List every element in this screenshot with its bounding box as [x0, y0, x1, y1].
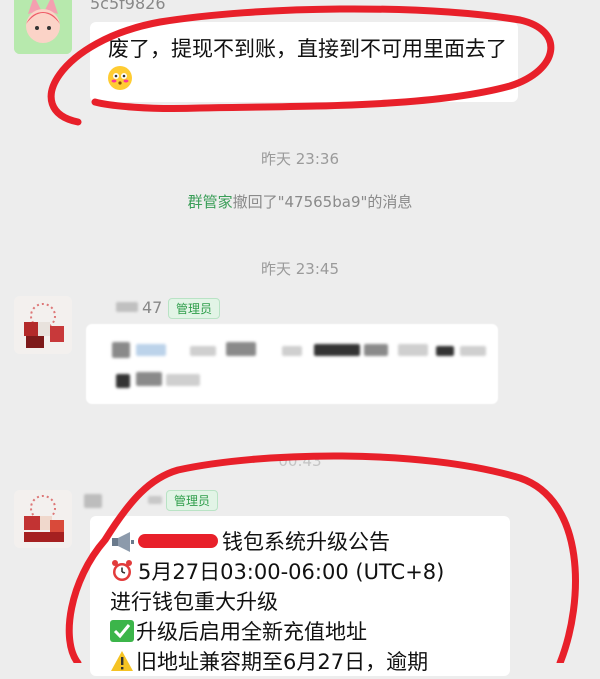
blurred-name — [148, 496, 162, 504]
message-text-content: 废了，提现不到账，直接到不可用里面去了 — [108, 37, 507, 61]
alarm-clock-icon — [110, 559, 138, 590]
avatar-blurred[interactable] — [14, 490, 72, 548]
megaphone-icon — [110, 531, 138, 560]
announcement-line-4: 升级后启用全新充值地址 — [110, 618, 367, 646]
announcement-line-5: 旧地址兼容期至6月27日，逾期 — [110, 648, 428, 679]
timestamp: 昨天 23:45 — [261, 260, 339, 278]
recall-actor-link[interactable]: 群管家 — [188, 193, 233, 211]
cat-avatar-icon — [14, 0, 72, 54]
message-bubble-3[interactable]: 钱包系统升级公告 5月27日03:00-06:00 (UTC+8) 进行钱包重大… — [90, 516, 510, 676]
blurred-content — [136, 344, 166, 356]
new-address-text: 升级后启用全新充值地址 — [136, 620, 367, 644]
warning-icon — [110, 650, 136, 679]
recall-text: 撤回了"47565ba9"的消息 — [232, 193, 413, 211]
compat-period-text: 旧地址兼容期至6月27日，逾期 — [136, 650, 429, 674]
admin-badge: 管理员 — [166, 490, 219, 511]
message-bubble-1[interactable]: 废了，提现不到账，直接到不可用里面去了 — [90, 22, 518, 102]
avatar-cat[interactable] — [14, 0, 72, 54]
blurred-content — [166, 374, 200, 386]
blurred-content — [116, 374, 130, 388]
blurred-content — [364, 344, 388, 356]
blurred-avatar-icon — [14, 490, 72, 548]
upgrade-time: 5月27日03:00-06:00 (UTC+8) — [138, 560, 445, 584]
blurred-content — [398, 344, 428, 356]
blurred-content — [282, 346, 302, 356]
timestamp: 00:43 — [278, 452, 322, 470]
message-bubble-2[interactable] — [86, 324, 498, 404]
blurred-name — [116, 302, 138, 312]
sender-name-visible: 47 — [142, 298, 163, 317]
blurred-content — [436, 346, 454, 356]
blurred-avatar-icon — [14, 296, 72, 354]
check-mark-icon — [110, 620, 134, 642]
message-text: 废了，提现不到账，直接到不可用里面去了 — [108, 34, 508, 96]
blurred-content — [226, 342, 256, 356]
announcement-line-3: 进行钱包重大升级 — [110, 590, 278, 614]
announcement-title: 钱包系统升级公告 — [222, 530, 390, 554]
flushed-face-icon — [108, 66, 132, 90]
timestamp: 昨天 23:36 — [261, 150, 339, 168]
blurred-content — [136, 372, 162, 386]
blurred-content — [460, 346, 486, 356]
sender-name: 5c5f9826 — [90, 0, 166, 13]
blurred-content — [112, 342, 130, 358]
redacted-brand — [138, 534, 218, 548]
admin-badge: 管理员 — [168, 298, 221, 319]
blurred-content — [190, 346, 216, 356]
announcement-line-1: 钱包系统升级公告 — [110, 528, 390, 560]
recall-notice: 群管家撤回了"47565ba9"的消息 — [0, 191, 600, 212]
announcement-line-2: 5月27日03:00-06:00 (UTC+8) — [110, 558, 444, 590]
blurred-content — [314, 344, 360, 356]
avatar-blurred[interactable] — [14, 296, 72, 354]
blurred-name — [84, 494, 102, 508]
